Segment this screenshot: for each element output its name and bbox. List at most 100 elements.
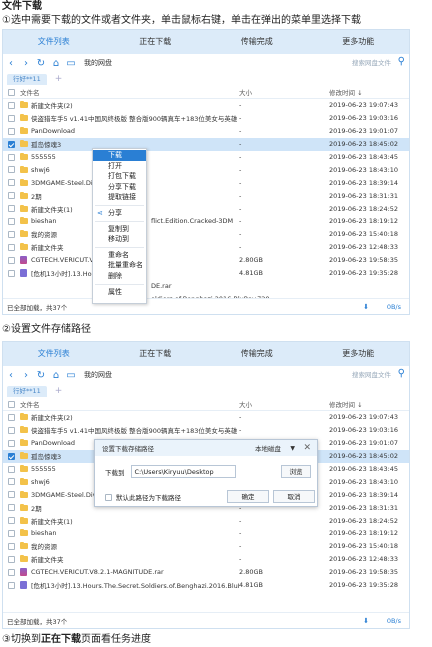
file-row[interactable]: 新建文件夹 - 2019-06-23 12:48:33 [3, 241, 409, 254]
new-folder-icon[interactable]: ▭ [64, 58, 78, 69]
menu-item-extract-link[interactable]: 提取链接 [93, 192, 146, 203]
file-row[interactable]: 新建文件夹(1) - 2019-06-23 18:24:52 [3, 202, 409, 215]
row-checkbox[interactable] [8, 140, 15, 148]
menu-item-rename[interactable]: 重命名 [93, 250, 146, 261]
row-checkbox[interactable] [8, 439, 15, 447]
file-row[interactable]: 新建文件夹 - 2019-06-23 12:48:33 [3, 553, 409, 566]
tab-file-list[interactable]: 文件列表 [3, 342, 105, 366]
breadcrumb[interactable]: 我的网盘 [84, 370, 112, 380]
row-checkbox[interactable] [8, 426, 15, 434]
row-checkbox[interactable] [8, 465, 15, 473]
location-select[interactable]: 本地磁盘 [255, 443, 281, 453]
tab-more[interactable]: 更多功能 [308, 342, 410, 366]
search-icon[interactable]: ⚲ [398, 56, 405, 67]
menu-item-share-download[interactable]: 分享下载 [93, 182, 146, 193]
row-checkbox[interactable] [8, 504, 15, 512]
chevron-right-icon[interactable]: › [19, 58, 33, 69]
row-checkbox[interactable] [8, 153, 15, 161]
home-icon[interactable]: ⌂ [49, 370, 63, 381]
caret-down-icon[interactable]: ▼ [290, 445, 295, 452]
row-checkbox[interactable] [8, 166, 15, 174]
row-checkbox[interactable] [8, 192, 15, 200]
menu-item-delete[interactable]: 删除 [93, 271, 146, 282]
home-icon[interactable]: ⌂ [49, 58, 63, 69]
row-checkbox[interactable] [8, 127, 15, 135]
breadcrumb[interactable]: 我的网盘 [84, 58, 112, 68]
ok-button[interactable]: 确定 [227, 490, 269, 503]
row-checkbox[interactable] [8, 114, 15, 122]
chevron-left-icon[interactable]: ‹ [4, 58, 18, 69]
file-row[interactable]: 我的资源 - 2019-06-23 15:40:18 [3, 228, 409, 241]
header-size[interactable]: 大小 [239, 87, 329, 97]
row-checkbox[interactable] [8, 217, 15, 225]
menu-item-batch-rename[interactable]: 批量重命名 [93, 260, 146, 271]
header-name[interactable]: 文件名 [20, 399, 239, 409]
tab-completed[interactable]: 传输完成 [206, 342, 308, 366]
header-size[interactable]: 大小 [239, 399, 329, 409]
search-input[interactable]: 搜索网盘文件 [352, 57, 391, 67]
row-checkbox[interactable] [8, 205, 15, 213]
file-row[interactable]: 我的资源 - 2019-06-23 15:40:18 [3, 540, 409, 553]
tab-downloading[interactable]: 正在下载 [105, 342, 207, 366]
row-checkbox[interactable] [8, 256, 15, 264]
file-row[interactable]: 新建文件夹(2) - 2019-06-23 19:07:43 [3, 99, 409, 112]
refresh-icon[interactable]: ↻ [34, 58, 48, 69]
file-row[interactable]: 孤岛惊魂3 - 2019-06-23 18:45:02 [3, 137, 409, 151]
row-checkbox[interactable] [8, 517, 15, 525]
file-row[interactable]: 侠盗猎车手5 v1.41中国风终极版 整合版900辆真车+183位美女与英雄 - 2… [3, 112, 409, 125]
add-account-icon[interactable]: + [55, 74, 63, 84]
default-path-checkbox[interactable] [105, 493, 112, 501]
close-icon[interactable]: ✕ [303, 443, 311, 453]
row-checkbox[interactable] [8, 555, 15, 563]
account-tab[interactable]: 行好**11 [7, 73, 47, 85]
account-tab[interactable]: 行好**11 [7, 385, 47, 397]
row-checkbox[interactable] [8, 243, 15, 251]
menu-item-copy-to[interactable]: 复制到 [93, 224, 146, 235]
select-all-checkbox[interactable] [8, 88, 15, 96]
chevron-left-icon[interactable]: ‹ [4, 370, 18, 381]
row-checkbox[interactable] [8, 478, 15, 486]
row-checkbox[interactable] [8, 568, 15, 576]
tab-completed[interactable]: 传输完成 [206, 30, 308, 54]
tab-downloading[interactable]: 正在下载 [105, 30, 207, 54]
file-row[interactable]: CGTECH.VERICUT.V8.2.1-MAGNITUDE.rar 2.80G… [3, 566, 409, 579]
row-checkbox[interactable] [8, 413, 15, 421]
row-checkbox[interactable] [8, 269, 15, 277]
file-row[interactable]: 新建文件夹(2) - 2019-06-23 19:07:43 [3, 411, 409, 424]
file-row[interactable]: CGTECH.VERICUT.V 2.80GB 2019-06-23 19:58:3… [3, 254, 409, 267]
default-path-option[interactable]: 默认此路径为下载路径 [105, 492, 181, 502]
menu-item-move-to[interactable]: 移动到 [93, 234, 146, 245]
row-checkbox[interactable] [8, 230, 15, 238]
cancel-button[interactable]: 取消 [273, 490, 315, 503]
menu-item-download[interactable]: 下载 [93, 150, 146, 161]
file-row[interactable]: PanDownload - 2019-06-23 19:01:07 [3, 125, 409, 138]
file-row[interactable]: 2期 - 2019-06-23 18:31:31 [3, 189, 409, 202]
file-row[interactable]: 侠盗猎车手5 v1.41中国风终极版 整合版900辆真车+183位美女与英雄 - 2… [3, 424, 409, 437]
menu-item-properties[interactable]: 属性 [93, 287, 146, 298]
file-row[interactable]: 3DMGAME-Steel.Di - 2019-06-23 18:39:14 [3, 176, 409, 189]
chevron-right-icon[interactable]: › [19, 370, 33, 381]
search-icon[interactable]: ⚲ [398, 368, 405, 379]
row-checkbox[interactable] [8, 101, 15, 109]
file-row[interactable]: 555555 - 2019-06-23 18:43:45 [3, 151, 409, 164]
refresh-icon[interactable]: ↻ [34, 370, 48, 381]
menu-item-share[interactable]: ⋖ 分享 [93, 208, 146, 219]
row-checkbox[interactable] [8, 491, 15, 499]
file-row[interactable]: 新建文件夹(1) - 2019-06-23 18:24:52 [3, 514, 409, 527]
file-row[interactable]: [危机13小时].13.Hours.The.Secret.Soldiers.of… [3, 579, 409, 592]
row-checkbox[interactable] [8, 581, 15, 589]
header-time[interactable]: 修改时间 ↓ [329, 87, 409, 97]
menu-item-open[interactable]: 打开 [93, 161, 146, 172]
path-field[interactable]: C:\Users\Kiryuu\Desktop [130, 465, 236, 478]
file-row[interactable]: shwj6 - 2019-06-23 18:43:10 [3, 163, 409, 176]
tab-more[interactable]: 更多功能 [308, 30, 410, 54]
file-row[interactable]: bieshan - 2019-06-23 18:19:12 [3, 527, 409, 540]
row-checkbox[interactable] [8, 179, 15, 187]
header-name[interactable]: 文件名 [20, 87, 239, 97]
row-checkbox[interactable] [8, 529, 15, 537]
tab-file-list[interactable]: 文件列表 [3, 30, 105, 54]
row-checkbox[interactable] [8, 542, 15, 550]
row-checkbox[interactable] [8, 452, 15, 460]
new-folder-icon[interactable]: ▭ [64, 370, 78, 381]
browse-button[interactable]: 浏览 [281, 465, 311, 478]
